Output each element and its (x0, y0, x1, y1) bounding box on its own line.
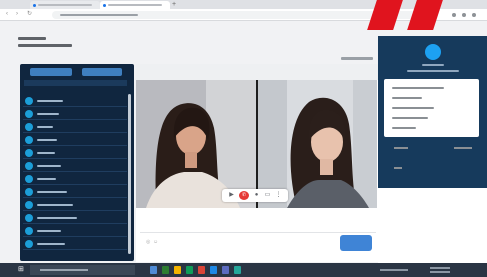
avatar (25, 110, 33, 118)
taskbar-app-icon[interactable] (234, 266, 241, 274)
taskbar-date (430, 271, 450, 273)
list-item-label (37, 217, 77, 219)
panel-button[interactable] (82, 68, 122, 76)
taskbar-search-placeholder (40, 269, 88, 271)
mic-icon[interactable]: ● (253, 192, 260, 199)
list-item-label (37, 178, 56, 180)
profile-name (422, 64, 444, 66)
tab-title (38, 4, 92, 6)
panel-button[interactable] (30, 68, 72, 76)
browser-tab[interactable] (30, 1, 100, 9)
profile-panel-body (378, 188, 487, 268)
list-scrollbar[interactable] (128, 94, 131, 254)
avatar (25, 188, 33, 196)
list-item-label (37, 152, 55, 154)
screenshot-root: + ‹ › ↻ ▶ ✆ ● ▭ ⋮ ◎ ☺ ⊞ (0, 0, 487, 277)
section-actions-icon[interactable] (454, 147, 472, 149)
avatar (25, 175, 33, 183)
more-icon[interactable]: ⋮ (275, 192, 282, 199)
extensions-icon[interactable] (452, 13, 456, 17)
list-item[interactable] (23, 95, 127, 107)
header-link[interactable] (341, 57, 373, 60)
avatar (25, 149, 33, 157)
profile-menu (384, 79, 479, 137)
profile-menu-item[interactable] (392, 87, 444, 89)
taskbar-app-icon[interactable] (210, 266, 217, 274)
list-item-label (37, 139, 57, 141)
list-item-label (37, 191, 67, 193)
reload-icon[interactable]: ↻ (27, 11, 32, 17)
call-controls: ▶ ✆ ● ▭ ⋮ (222, 189, 288, 202)
taskbar-time (430, 267, 450, 269)
browser-tab-active[interactable] (100, 1, 170, 9)
tab-title (108, 4, 162, 6)
forward-icon[interactable]: › (16, 11, 21, 17)
list-item-label (37, 204, 73, 206)
list-item[interactable] (23, 225, 127, 237)
send-button[interactable] (340, 235, 372, 251)
taskbar-app-icon[interactable] (186, 266, 193, 274)
list-item[interactable] (23, 173, 127, 185)
profile-email (407, 70, 459, 72)
taskbar-search[interactable] (30, 265, 135, 275)
address-bar-url (60, 14, 138, 16)
profile-menu-item[interactable] (392, 127, 416, 129)
os-taskbar: ⊞ (0, 263, 487, 277)
list-item-label (37, 113, 59, 115)
screen-share-icon[interactable]: ▭ (264, 192, 271, 199)
list-item[interactable] (23, 160, 127, 172)
list-item[interactable] (23, 212, 127, 224)
task-view-icon[interactable] (150, 266, 157, 274)
menu-icon[interactable] (472, 13, 476, 17)
tab-favicon-icon (103, 4, 106, 7)
list-item[interactable] (23, 121, 127, 133)
chrome-icon[interactable] (198, 266, 205, 274)
avatar (25, 240, 33, 248)
chat-top-strip (136, 64, 378, 80)
avatar (25, 214, 33, 222)
windows-start-icon[interactable]: ⊞ (18, 266, 26, 274)
message-input[interactable] (144, 236, 340, 250)
list-search[interactable] (24, 80, 127, 86)
avatar (25, 123, 33, 131)
avatar (25, 227, 33, 235)
end-call-icon[interactable]: ✆ (239, 191, 249, 200)
avatar (25, 136, 33, 144)
list-item[interactable] (23, 134, 127, 146)
profile-avatar[interactable] (425, 44, 441, 60)
list-item[interactable] (23, 238, 127, 250)
new-tab-icon[interactable]: + (172, 1, 179, 8)
list-item[interactable] (23, 108, 127, 120)
contact-list-panel (20, 64, 134, 261)
tab-favicon-icon (33, 4, 36, 7)
video-icon[interactable]: ▶ (228, 192, 235, 199)
system-tray[interactable] (380, 269, 408, 271)
list-item[interactable] (23, 186, 127, 198)
list-item[interactable] (23, 147, 127, 159)
profile-icon[interactable] (462, 13, 466, 17)
avatar (25, 201, 33, 209)
profile-section-label (394, 167, 402, 169)
taskbar-app-icon[interactable] (222, 266, 229, 274)
profile-section-label (394, 147, 408, 149)
avatar (25, 162, 33, 170)
list-item-label (37, 243, 65, 245)
list-item-label (37, 126, 53, 128)
page-subtitle (18, 44, 72, 47)
list-item-label (37, 230, 61, 232)
avatar (25, 97, 33, 105)
file-explorer-icon[interactable] (174, 266, 181, 274)
profile-menu-item[interactable] (392, 117, 428, 119)
profile-menu-item[interactable] (392, 107, 434, 109)
list-item-label (37, 165, 61, 167)
list-item-label (37, 100, 63, 102)
back-icon[interactable]: ‹ (6, 11, 11, 17)
profile-menu-item[interactable] (392, 97, 422, 99)
list-item[interactable] (23, 199, 127, 211)
page-title (18, 37, 46, 40)
taskbar-app-icon[interactable] (162, 266, 169, 274)
